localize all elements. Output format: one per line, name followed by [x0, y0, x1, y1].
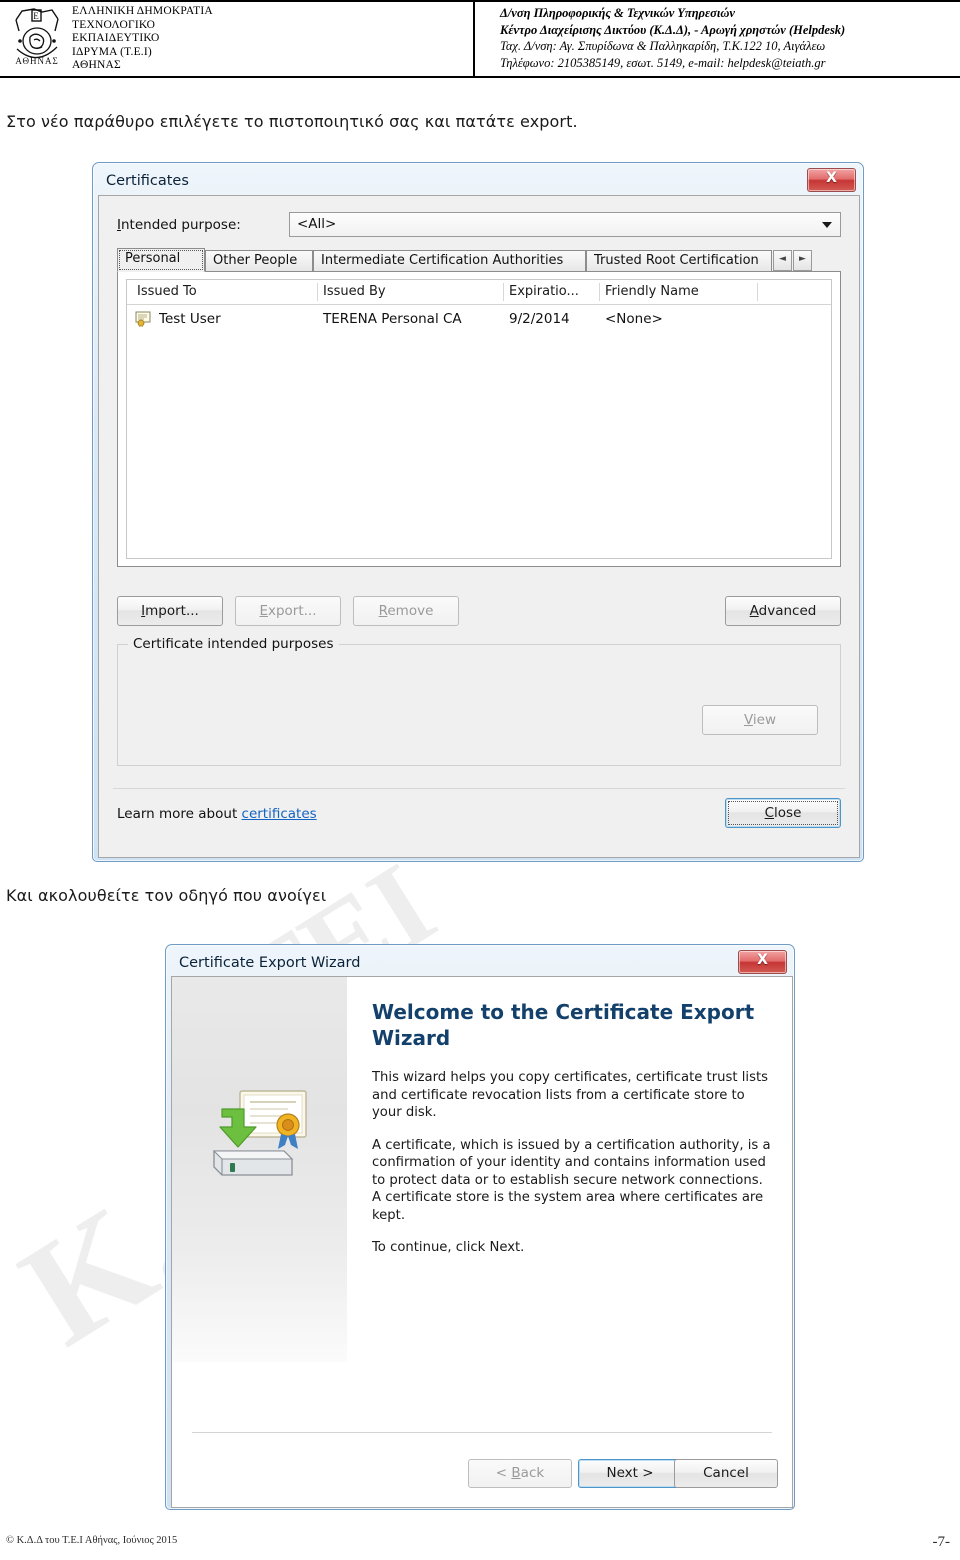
wizard-banner-panel [172, 977, 347, 1362]
wizard-footer-divider [192, 1432, 772, 1433]
department-contact-block: Δ/νση Πληροφορικής & Τεχνικών Υπηρεσιών … [500, 5, 845, 71]
bottom-divider [113, 788, 845, 789]
footer-rule [0, 1525, 960, 1526]
export-button[interactable]: Export... [235, 596, 341, 626]
instruction-text-2: Και ακολουθείτε τον οδηγό που ανοίγει [6, 886, 327, 905]
cell-expiration: 9/2/2014 [509, 311, 570, 327]
certificate-store-tabs: Personal Other People Intermediate Certi… [117, 248, 841, 272]
certificates-client-area: Intended purpose: <All> Personal Other P… [98, 195, 860, 858]
cell-issued-by: TERENA Personal CA [323, 311, 462, 327]
wizard-text-panel: Welcome to the Certificate Export Wizard… [372, 999, 772, 1272]
column-header-expiration[interactable]: Expiratio... [509, 284, 579, 299]
view-button[interactable]: View [702, 705, 818, 735]
dept-line-2: Κέντρο Διαχείρισης Δικτύου (Κ.Δ.Δ), - Αρ… [500, 22, 846, 37]
tab-intermediate-certification-authorities[interactable]: Intermediate Certification Authorities [313, 250, 586, 272]
intended-purpose-row: Intended purpose: <All> [117, 212, 841, 238]
table-row[interactable]: Test User TERENA Personal CA 9/2/2014 <N… [127, 305, 831, 335]
import-button[interactable]: Import... [117, 596, 223, 626]
tab-scroll-right-button[interactable]: ► [793, 250, 812, 271]
certificate-intended-purposes-group: Certificate intended purposes View [117, 636, 841, 766]
certificates-listbox[interactable]: Issued To Issued By Expiratio... Friendl… [117, 271, 841, 567]
wizard-client-area: Welcome to the Certificate Export Wizard… [171, 976, 793, 1508]
header-bottom-rule [0, 76, 960, 78]
advanced-button[interactable]: Advanced [725, 596, 841, 626]
chevron-down-icon [822, 222, 832, 228]
back-button[interactable]: < Back [468, 1459, 572, 1488]
intended-purpose-combobox[interactable]: <All> [289, 212, 841, 237]
column-header-issued-by[interactable]: Issued By [323, 284, 386, 299]
wizard-heading: Welcome to the Certificate Export Wizard [372, 1000, 755, 1050]
intended-purpose-label: Intended purpose: [117, 217, 241, 233]
wizard-title: Certificate Export Wizard [179, 955, 361, 971]
next-button[interactable]: Next > [578, 1459, 682, 1488]
column-header-friendly-name[interactable]: Friendly Name [605, 284, 699, 299]
chevron-right-icon: ► [799, 254, 806, 264]
chevron-left-icon: ◄ [779, 254, 786, 264]
footer-copyright: © Κ.Δ.Δ του Τ.Ε.Ι Αθήνας, Ιούνιος 2015 [6, 1535, 178, 1546]
tab-trusted-root-certification[interactable]: Trusted Root Certification [586, 250, 772, 272]
column-separator [757, 283, 758, 301]
wizard-paragraph-1: This wizard helps you copy certificates,… [372, 1070, 768, 1120]
tei-athens-logo: Ε ΑΘΗΝΑΣ [8, 4, 66, 70]
learn-more-prefix: Learn more about [117, 806, 242, 822]
org-line-4: ΙΔΡΥΜΑ (Τ.Ε.Ι) [72, 45, 152, 58]
certificate-export-illustration-icon [200, 1087, 318, 1187]
certificate-icon [135, 311, 153, 327]
header-top-rule [0, 0, 960, 2]
learn-more-text: Learn more about certificates [117, 806, 317, 822]
close-icon-glyph: X [826, 170, 837, 186]
org-line-3: ΕΚΠΑΙΔΕΥΤΙΚΟ [72, 32, 160, 45]
org-line-1: ΕΛΛΗΝΙΚΗ ΔΗΜΟΚΡΑΤΙΑ [72, 5, 213, 17]
organization-name: ΕΛΛΗΝΙΚΗ ΔΗΜΟΚΡΑΤΙΑ ΤΕΧΝΟΛΟΓΙΚΟ ΕΚΠΑΙΔΕΥ… [72, 5, 213, 73]
cancel-button[interactable]: Cancel [674, 1459, 778, 1488]
intended-purpose-value: <All> [297, 216, 337, 232]
remove-button[interactable]: Remove [353, 596, 459, 626]
header-vertical-divider [473, 2, 475, 76]
cell-issued-to: Test User [159, 311, 221, 327]
certificates-list-inner: Issued To Issued By Expiratio... Friendl… [126, 279, 832, 559]
close-icon-glyph: X [757, 952, 768, 968]
wizard-paragraph-3: To continue, click Next. [372, 1240, 525, 1255]
certificates-help-link[interactable]: certificates [242, 806, 317, 822]
org-line-5: ΑΘΗΝΑΣ [72, 59, 121, 72]
close-icon[interactable]: X [807, 168, 856, 192]
certificates-title: Certificates [106, 173, 189, 189]
footer-page-number: -7- [932, 1534, 951, 1550]
column-separator [599, 283, 600, 301]
instruction-text-1: Στο νέο παράθυρο επιλέγετε το πιστοποιητ… [6, 112, 578, 131]
certificates-list-header: Issued To Issued By Expiratio... Friendl… [127, 280, 831, 305]
tab-personal[interactable]: Personal [117, 248, 205, 272]
tab-scroll-left-button[interactable]: ◄ [773, 250, 792, 271]
close-icon[interactable]: X [738, 950, 787, 974]
dept-line-3: Ταχ. Δ/νση: Αγ. Σπυρίδωνα & Παλληκαρίδη,… [500, 39, 826, 53]
wizard-paragraph-2: A certificate, which is issued by a cert… [372, 1137, 771, 1223]
dept-line-4: Τηλέφωνο: 2105385149, εσωτ. 5149, e-mail… [500, 55, 826, 70]
column-separator [317, 283, 318, 301]
org-line-2: ΤΕΧΝΟΛΟΓΙΚΟ [72, 18, 156, 31]
tab-other-people[interactable]: Other People [205, 250, 313, 272]
dept-line-1: Δ/νση Πληροφορικής & Τεχνικών Υπηρεσιών [500, 6, 735, 20]
group-label: Certificate intended purposes [128, 636, 339, 652]
certificate-export-wizard-dialog: Certificate Export Wizard X Welcome to t… [165, 944, 795, 1510]
close-button[interactable]: Close [725, 798, 841, 828]
certificates-titlebar[interactable]: Certificates X [98, 168, 858, 198]
cell-friendly-name: <None> [605, 311, 663, 327]
certificates-dialog: Certificates X Intended purpose: <All> P… [92, 162, 864, 862]
svg-text:Ε: Ε [33, 11, 39, 21]
column-header-issued-to[interactable]: Issued To [137, 284, 197, 299]
svg-text:ΑΘΗΝΑΣ: ΑΘΗΝΑΣ [15, 56, 58, 66]
column-separator [503, 283, 504, 301]
page-header: Ε ΑΘΗΝΑΣ ΕΛΛΗΝΙΚΗ ΔΗΜΟΚΡΑΤΙΑ ΤΕΧΝΟΛΟΓΙΚΟ… [0, 0, 960, 78]
